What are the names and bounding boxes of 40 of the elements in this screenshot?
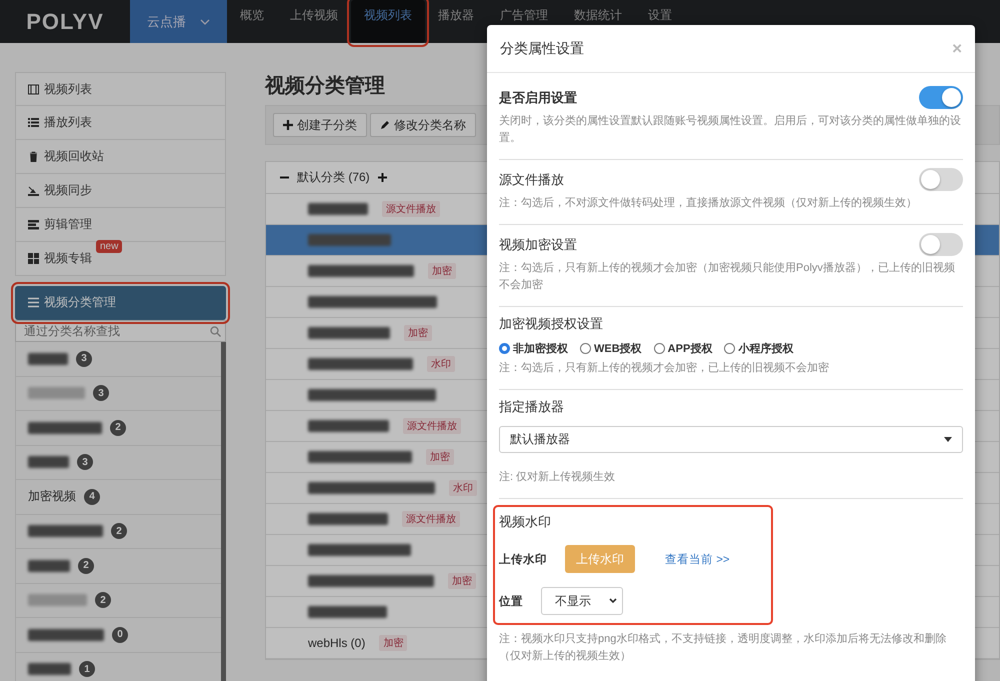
count-badge: 2 — [78, 558, 94, 574]
modal-title: 分类属性设置 — [500, 40, 584, 58]
count-badge: 3 — [93, 385, 109, 402]
tag: 源文件播放 — [382, 201, 440, 217]
setting-note: 注：勾选后，不对源文件做转码处理，直接播放源文件视频（仅对新上传的视频生效） — [499, 196, 918, 211]
count-badge: 0 — [112, 626, 128, 643]
setting-title: 是否启用设置 — [499, 88, 577, 106]
setting-note: 注：勾选后，只有新上传的视频才会加密，已上传的旧视频不会加密 — [499, 360, 830, 376]
tag: 加密 — [448, 573, 476, 589]
count-badge: 1 — [79, 661, 95, 678]
tag: 水印 — [449, 480, 477, 496]
tag: 源文件播放 — [403, 418, 461, 434]
row-label: webHls (0) — [308, 636, 366, 650]
tag: 加密 — [404, 325, 432, 341]
count-badge: 2 — [95, 592, 111, 608]
tag: 加密 — [379, 635, 408, 651]
setting-title: 视频水印 — [499, 513, 552, 531]
new-badge: new — [96, 240, 122, 253]
tag: 水印 — [427, 356, 455, 372]
setting-title: 指定播放器 — [499, 398, 565, 416]
setting-title: 视频加密设置 — [499, 236, 577, 254]
field-label: 上传水印 — [499, 552, 548, 566]
setting-note: 注: 仅对新上传视频生效 — [499, 470, 616, 485]
setting-note: 注：勾选后，只有新上传的视频才会加密（加密视频只能使用Polyv播放器），已上传的旧视频不会加密 — [499, 260, 956, 293]
count-badge: 3 — [76, 350, 92, 367]
setting-title: 源文件播放 — [499, 170, 564, 188]
tag: 源文件播放 — [402, 511, 460, 527]
category-name: 加密视频 — [28, 488, 76, 506]
setting-title: 加密视频授权设置 — [499, 315, 604, 333]
polyv-logo: POLYV — [25, 8, 105, 36]
tag: 加密 — [426, 449, 454, 465]
field-label: 位置 — [499, 594, 524, 608]
count-badge: 2 — [110, 420, 126, 436]
count-badge: 2 — [111, 523, 127, 540]
setting-note: 关闭时，该分类的属性设置默认跟随账号视频属性设置。启用后，可对该分类的属性做单独的设置。 — [499, 114, 962, 146]
count-badge: 4 — [84, 488, 100, 505]
tag: 加密 — [428, 263, 456, 279]
count-badge: 3 — [77, 454, 93, 470]
setting-note: 注：视频水印只支持png水印格式，不支持链接，透明度调整，水印添加后将无法修改和删除（仅对新上传的视频生效） — [499, 632, 948, 664]
page-title: 视频分类管理 — [265, 74, 385, 99]
